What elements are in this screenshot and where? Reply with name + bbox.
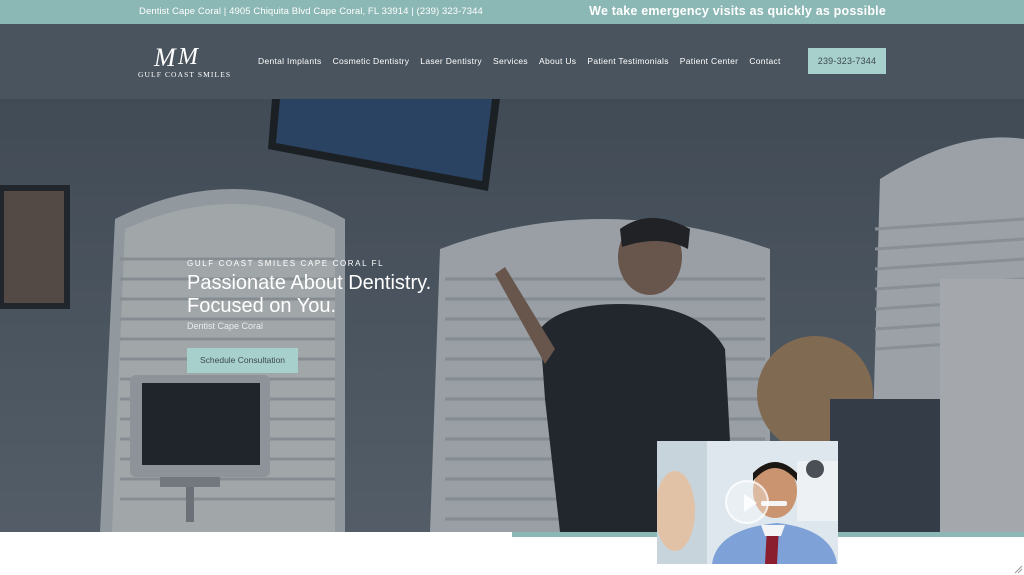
- logo-mark-icon: M M: [153, 44, 200, 70]
- phone-button[interactable]: 239-323-7344: [808, 48, 886, 74]
- address-text: Dentist Cape Coral | 4905 Chiquita Blvd …: [139, 6, 483, 17]
- resize-grip-icon[interactable]: [1014, 565, 1023, 574]
- nav-dental-implants[interactable]: Dental Implants: [258, 56, 322, 66]
- schedule-consultation-button[interactable]: Schedule Consultation: [187, 348, 298, 373]
- hero-headline-line1: Passionate About Dentistry.: [187, 272, 432, 294]
- play-icon[interactable]: [725, 480, 769, 524]
- hero-subtitle: Dentist Cape Coral: [187, 321, 264, 331]
- nav-laser-dentistry[interactable]: Laser Dentistry: [420, 56, 482, 66]
- nav-about-us[interactable]: About Us: [539, 56, 576, 66]
- video-thumbnail[interactable]: [657, 441, 838, 564]
- nav-services[interactable]: Services: [493, 56, 528, 66]
- site-header: M M GULF COAST SMILES Dental Implants Co…: [0, 24, 1024, 99]
- svg-text:M: M: [153, 44, 177, 70]
- nav-cosmetic-dentistry[interactable]: Cosmetic Dentistry: [333, 56, 410, 66]
- logo-text: GULF COAST SMILES: [138, 70, 232, 79]
- hero-headline-line2: Focused on You.: [187, 295, 337, 317]
- nav-patient-testimonials[interactable]: Patient Testimonials: [587, 56, 668, 66]
- top-info-bar: Dentist Cape Coral | 4905 Chiquita Blvd …: [0, 0, 1024, 24]
- nav-contact[interactable]: Contact: [749, 56, 780, 66]
- svg-text:M: M: [177, 44, 200, 70]
- hero-text-block: GULF COAST SMILES CAPE CORAL FL Passiona…: [187, 259, 431, 331]
- site-logo[interactable]: M M GULF COAST SMILES: [138, 44, 233, 82]
- hero-section: GULF COAST SMILES CAPE CORAL FL Passiona…: [0, 99, 1024, 532]
- main-nav: Dental Implants Cosmetic Dentistry Laser…: [258, 56, 792, 66]
- hero-headline: Passionate About Dentistry. Focused on Y…: [187, 272, 431, 318]
- nav-patient-center[interactable]: Patient Center: [680, 56, 739, 66]
- emergency-text: We take emergency visits as quickly as p…: [589, 4, 886, 18]
- hero-eyebrow: GULF COAST SMILES CAPE CORAL FL: [187, 259, 385, 268]
- hero-overlay: [0, 99, 1024, 532]
